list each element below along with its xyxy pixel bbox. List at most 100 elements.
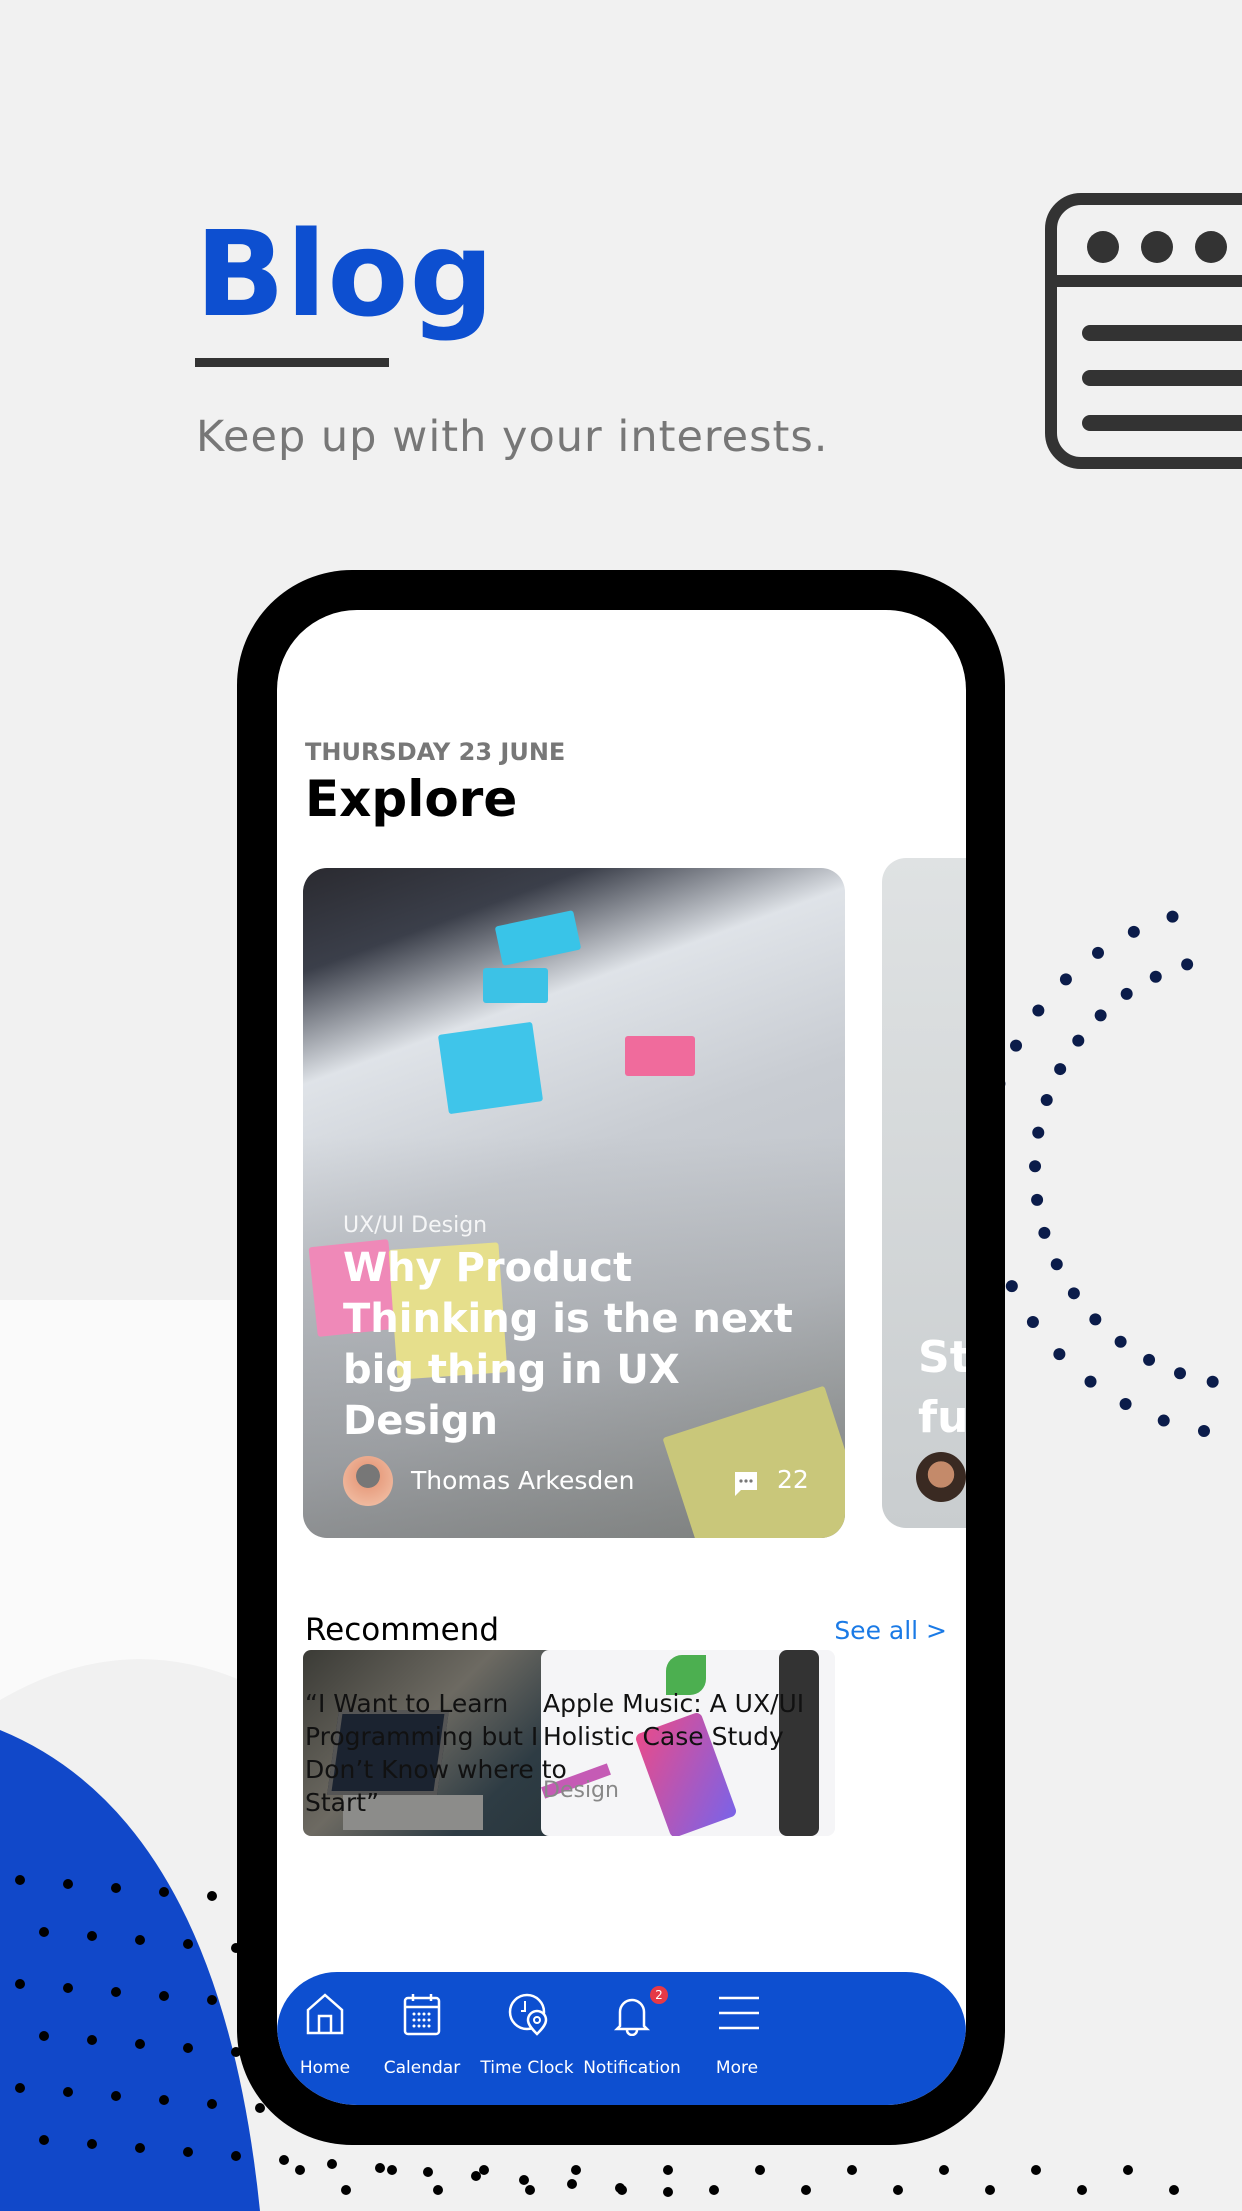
decorative-dot [1077,2185,1087,2195]
date-label: THURSDAY 23 JUNE [305,738,566,766]
recommend-heading: Recommend [305,1612,500,1648]
decorative-dot [183,2043,193,2053]
comment-icon [735,1472,757,1496]
decorative-dot [183,1939,193,1949]
decorative-dot [1143,1353,1156,1366]
bell-icon [613,1998,651,2036]
decorative-dot [1010,1039,1023,1052]
article-title[interactable]: Apple Music: A UX/UI Holistic Case Study [543,1687,843,1753]
nav-time-clock[interactable]: Time Clock [467,1972,587,2105]
decorative-dot [755,2165,765,2175]
decorative-dot [63,2087,73,2097]
nav-label: More [715,2058,759,2078]
nav-more[interactable]: More [677,1972,797,2105]
decorative-dot [1084,1375,1097,1388]
decorative-dot [1005,1280,1018,1293]
decorative-dot [39,1927,49,1937]
decorative-dot [111,1883,121,1893]
decorative-dot [525,2185,535,2195]
decorative-dot [1032,1004,1045,1017]
decorative-dot [207,2099,217,2109]
decorative-dot [1197,1424,1210,1437]
decorative-dot [159,1887,169,1897]
decorative-dot [1072,1034,1085,1047]
nav-calendar[interactable]: Calendar [362,1972,482,2105]
time-clock-icon [508,1993,548,2036]
decorative-dot [1029,1160,1042,1173]
decorative-dot [39,2031,49,2041]
decorative-dot [159,2095,169,2105]
next-article-card[interactable]: St fu [882,858,966,1528]
decorative-dot [939,2165,949,2175]
comment-count: 22 [777,1465,809,1494]
decorative-dot [1026,1315,1039,1328]
decorative-dot [985,2185,995,2195]
decorative-dot [1050,1258,1063,1271]
calendar-icon [403,1994,441,2036]
decorative-dot [15,1979,25,1989]
decorative-dot [479,2165,489,2175]
nav-label: Notification [583,2058,681,2078]
app-screen: THURSDAY 23 JUNE Explore UX/UI Design Wh… [277,610,966,2105]
decorative-dot [1174,1367,1187,1380]
decorative-dot [295,2165,305,2175]
decorative-dot [1157,1414,1170,1427]
explore-heading: Explore [305,770,518,828]
decorative-dot [1119,1397,1132,1410]
decorative-dot [1059,973,1072,986]
decorative-dot [111,1987,121,1997]
nav-notification[interactable]: 2 Notification [572,1972,692,2105]
page-subtitle: Keep up with your interests. [196,412,829,462]
decorative-dot [1067,1287,1080,1300]
decorative-dot [433,2185,443,2195]
decorative-dot [571,2165,581,2175]
article-category: Design [543,1778,619,1803]
decorative-dot [519,2175,529,2185]
decorative-dot [423,2167,433,2177]
phone-mockup: THURSDAY 23 JUNE Explore UX/UI Design Wh… [237,570,1005,2145]
nav-label: Time Clock [480,2058,574,2078]
home-icon [306,1993,344,2035]
nav-label: Calendar [383,2058,461,2078]
decorative-dot [1089,1313,1102,1326]
decorative-dot [847,2165,857,2175]
decorative-dot [111,2091,121,2101]
decorative-dot [87,2035,97,2045]
menu-icon [719,1996,759,2030]
decorative-dot [1114,1335,1127,1348]
decorative-dot [279,2155,289,2165]
featured-article-card[interactable]: UX/UI Design Why Product Thinking is the… [303,868,845,1538]
decorative-dot [567,2179,577,2189]
decorative-dot [1040,1094,1053,1107]
decorative-dot [87,1931,97,1941]
decorative-dot [183,2147,193,2157]
decorative-dot [63,1879,73,1889]
author-name: Thomas Arkesden [411,1466,635,1495]
browser-window-icon [1045,193,1242,469]
decorative-dot [663,2165,673,2175]
article-category: UX/UI Design [343,1213,488,1238]
decorative-dot [375,2163,385,2173]
decorative-dot [617,2185,627,2195]
decorative-dot [1169,2185,1179,2195]
decorative-dot [1206,1375,1219,1388]
decorative-dot [471,2171,481,2181]
decorative-dot [207,1995,217,2005]
decorative-dot [1094,1009,1107,1022]
decorative-dot [15,2083,25,2093]
decorative-dot [1053,1348,1066,1361]
article-title: St fu [918,1332,966,1443]
card-image [625,1036,695,1076]
decorative-dot [1031,2165,1041,2175]
decorative-dot [15,1875,25,1885]
decorative-dot [1031,1193,1044,1206]
decorative-dot [341,2185,351,2195]
see-all-link[interactable]: See all > [677,1616,947,1645]
decorative-dot [893,2185,903,2195]
decorative-dot [801,2185,811,2195]
avatar [916,1452,966,1502]
article-title: Why Product Thinking is the next big thi… [343,1245,793,1444]
card-image [483,968,548,1003]
decorative-dot [663,2187,673,2197]
avatar [343,1456,393,1506]
